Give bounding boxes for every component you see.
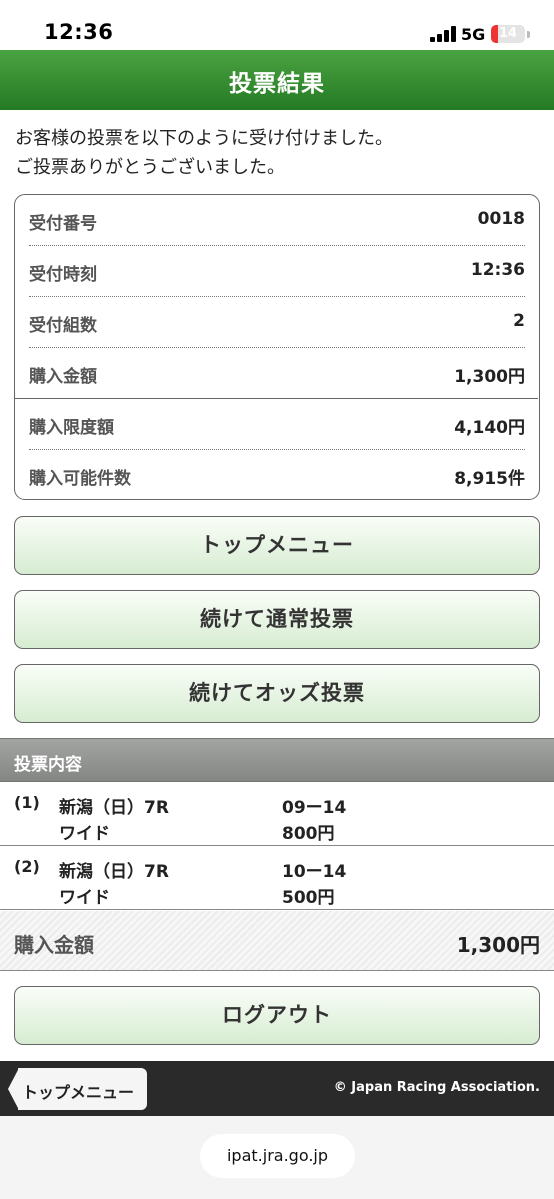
status-bar: 12:36 5G 14 <box>0 0 554 50</box>
battery-icon: 14 <box>491 25 525 43</box>
footer: トップメニュー © Japan Racing Association. <box>0 1061 554 1116</box>
receipt-row-available: 購入可能件数 8,915件 <box>29 450 525 501</box>
receipt-box: 受付番号 0018 受付時刻 12:36 受付組数 2 購入金額 1,300円 … <box>14 194 540 500</box>
receipt-label: 購入可能件数 <box>29 469 131 489</box>
intro-line-2: ご投票ありがとうございました。 <box>15 157 285 178</box>
browser-bottom-bar: ipat.jra.go.jp <box>0 1116 554 1199</box>
footer-top-menu-button[interactable]: トップメニュー <box>8 1068 147 1110</box>
bet-item: (2) 新潟（日）7R ワイド 10ー14 500円 <box>0 847 554 910</box>
battery-level: 14 <box>498 26 518 41</box>
receipt-label: 購入限度額 <box>29 418 114 438</box>
receipt-value: 8,915件 <box>454 469 525 489</box>
total-label: 購入金額 <box>14 933 94 957</box>
receipt-label: 受付番号 <box>29 214 97 234</box>
receipt-row-time: 受付時刻 12:36 <box>29 246 525 297</box>
intro-line-1: お客様の投票を以下のように受け付けました。 <box>15 128 393 149</box>
total-value: 1,300円 <box>456 933 540 957</box>
continue-odds-vote-button[interactable]: 続けてオッズ投票 <box>14 664 540 723</box>
bet-race: 新潟（日）7R <box>59 798 169 818</box>
network-type: 5G <box>461 25 486 44</box>
receipt-row-limit: 購入限度額 4,140円 <box>29 399 525 450</box>
receipt-value: 12:36 <box>470 260 525 280</box>
bets-section-header: 投票内容 <box>0 738 554 782</box>
continue-normal-vote-button[interactable]: 続けて通常投票 <box>14 590 540 649</box>
receipt-label: 購入金額 <box>29 367 97 387</box>
footer-top-menu-label: トップメニュー <box>22 1083 135 1102</box>
receipt-row-amount: 購入金額 1,300円 <box>29 348 525 399</box>
bet-type: ワイド <box>59 824 110 844</box>
bet-amount: 800円 <box>282 824 335 844</box>
bet-item: (1) 新潟（日）7R ワイド 09ー14 800円 <box>0 783 554 846</box>
receipt-value: 2 <box>513 311 525 331</box>
receipt-value: 4,140円 <box>454 418 525 438</box>
signal-icon <box>430 26 456 42</box>
receipt-value: 0018 <box>477 209 525 229</box>
battery-tip <box>527 31 530 38</box>
receipt-label: 受付時刻 <box>29 265 97 285</box>
bet-type: ワイド <box>59 888 110 908</box>
intro-message: お客様の投票を以下のように受け付けました。 ご投票ありがとうございました。 <box>15 124 393 182</box>
status-time: 12:36 <box>44 20 114 44</box>
copyright: © Japan Racing Association. <box>333 1080 540 1095</box>
bet-index: (2) <box>14 857 40 876</box>
total-amount-row: 購入金額 1,300円 <box>0 911 554 971</box>
bet-race: 新潟（日）7R <box>59 862 169 882</box>
page-title: 投票結果 <box>229 71 325 97</box>
bet-combination: 09ー14 <box>282 798 347 818</box>
bets-section-title: 投票内容 <box>14 755 82 775</box>
receipt-value: 1,300円 <box>454 367 525 387</box>
top-menu-button[interactable]: トップメニュー <box>14 516 540 575</box>
bet-amount: 500円 <box>282 888 335 908</box>
address-url: ipat.jra.go.jp <box>226 1146 329 1165</box>
address-bar[interactable]: ipat.jra.go.jp <box>200 1134 355 1178</box>
bet-combination: 10ー14 <box>282 862 347 882</box>
receipt-row-number: 受付番号 0018 <box>29 195 525 246</box>
bet-index: (1) <box>14 793 40 812</box>
receipt-row-count: 受付組数 2 <box>29 297 525 348</box>
logout-button[interactable]: ログアウト <box>14 986 540 1045</box>
page-header: 投票結果 <box>0 50 554 110</box>
receipt-label: 受付組数 <box>29 316 97 336</box>
